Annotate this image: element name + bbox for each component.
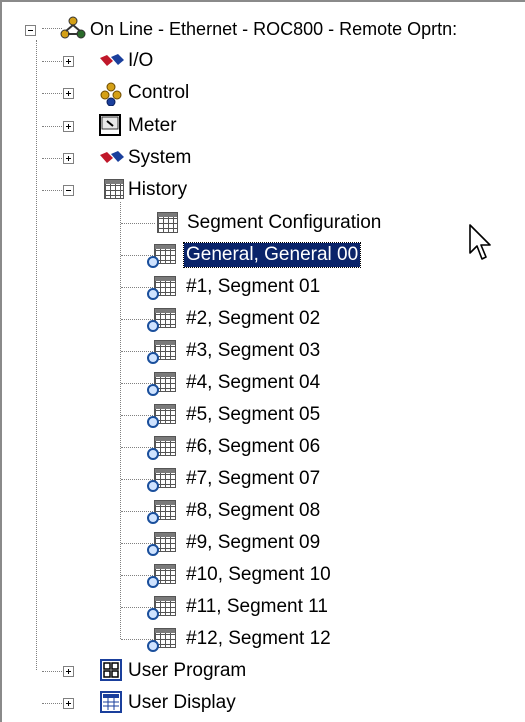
tree-line xyxy=(36,40,37,670)
meter-expand-toggle[interactable] xyxy=(63,121,74,132)
tree-item-segment-10[interactable]: #10, Segment 10 xyxy=(184,563,333,587)
history-collapse-toggle[interactable] xyxy=(63,185,74,196)
magnifier-icon xyxy=(147,416,159,428)
tree-item-system[interactable]: System xyxy=(126,146,193,170)
tree-item-segment-01[interactable]: #1, Segment 01 xyxy=(184,275,322,299)
root-collapse-toggle[interactable] xyxy=(25,25,36,36)
io-expand-toggle[interactable] xyxy=(63,56,74,67)
tree-item-segment-07[interactable]: #7, Segment 07 xyxy=(184,467,322,491)
root-node-label[interactable]: On Line - Ethernet - ROC800 - Remote Opr… xyxy=(88,17,459,41)
tree-item-io[interactable]: I/O xyxy=(126,49,155,73)
tree-item-user-display[interactable]: User Display xyxy=(126,691,238,715)
magnifier-icon xyxy=(147,544,159,556)
io-icon xyxy=(99,50,124,72)
segment-config-icon xyxy=(157,212,178,233)
control-expand-toggle[interactable] xyxy=(63,88,74,99)
meter-icon xyxy=(99,114,121,136)
magnifier-icon xyxy=(147,384,159,396)
tree-item-user-program[interactable]: User Program xyxy=(126,659,248,683)
tree-item-history[interactable]: History xyxy=(126,178,189,202)
tree-item-segment-12[interactable]: #12, Segment 12 xyxy=(184,627,333,651)
tree-view: On Line - Ethernet - ROC800 - Remote Opr… xyxy=(0,0,525,722)
system-expand-toggle[interactable] xyxy=(63,153,74,164)
tree-item-meter[interactable]: Meter xyxy=(126,114,179,138)
user-program-icon xyxy=(100,659,122,681)
tree-item-segment-05[interactable]: #5, Segment 05 xyxy=(184,403,322,427)
tree-item-general[interactable]: General, General 00 xyxy=(182,242,362,268)
mouse-pointer-icon xyxy=(468,223,492,263)
tree-item-segment-11[interactable]: #11, Segment 11 xyxy=(184,595,330,619)
tree-item-segment-09[interactable]: #9, Segment 09 xyxy=(184,531,322,555)
magnifier-icon xyxy=(147,320,159,332)
tree-line xyxy=(121,223,155,224)
tree-item-segment-08[interactable]: #8, Segment 08 xyxy=(184,499,322,523)
history-icon xyxy=(104,179,124,199)
magnifier-icon xyxy=(147,480,159,492)
user-display-icon xyxy=(100,691,122,713)
user-display-expand-toggle[interactable] xyxy=(63,698,74,709)
magnifier-icon xyxy=(147,448,159,460)
magnifier-icon xyxy=(147,576,159,588)
tree-item-segment-02[interactable]: #2, Segment 02 xyxy=(184,307,322,331)
tree-line xyxy=(120,202,121,639)
network-icon xyxy=(60,16,86,39)
user-program-expand-toggle[interactable] xyxy=(63,666,74,677)
magnifier-icon xyxy=(147,608,159,620)
magnifier-icon xyxy=(147,352,159,364)
tree-item-segment-06[interactable]: #6, Segment 06 xyxy=(184,435,322,459)
tree-item-segment-03[interactable]: #3, Segment 03 xyxy=(184,339,322,363)
tree-item-segment-04[interactable]: #4, Segment 04 xyxy=(184,371,322,395)
magnifier-icon xyxy=(147,256,159,268)
tree-line xyxy=(42,28,62,29)
tree-item-segment-configuration[interactable]: Segment Configuration xyxy=(185,211,383,235)
tree-item-control[interactable]: Control xyxy=(126,81,191,105)
magnifier-icon xyxy=(147,288,159,300)
system-icon xyxy=(99,147,124,169)
magnifier-icon xyxy=(147,640,159,652)
magnifier-icon xyxy=(147,512,159,524)
control-icon xyxy=(99,82,122,107)
